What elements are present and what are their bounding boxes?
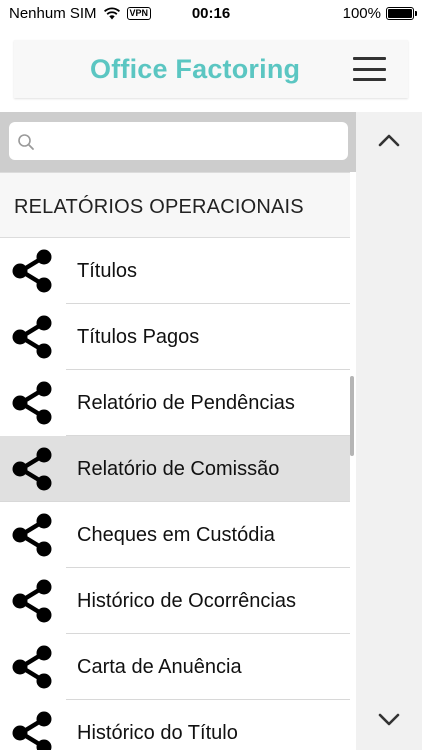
list-item[interactable]: Títulos (0, 238, 350, 304)
section-header: RELATÓRIOS OPERACIONAIS (0, 172, 350, 238)
share-icon (12, 381, 52, 425)
search-field[interactable] (9, 122, 348, 160)
chevron-up-icon[interactable] (376, 130, 402, 150)
battery-fill (388, 9, 412, 18)
share-icon (12, 579, 52, 623)
status-bar: Nenhum SIM VPN 00:16 100% (0, 0, 422, 28)
share-icon (12, 249, 52, 293)
list-item-label: Títulos Pagos (77, 326, 200, 348)
list-item-label: Histórico do Título (77, 722, 238, 744)
battery-icon (386, 7, 417, 20)
share-icon (12, 447, 52, 491)
share-icon (12, 315, 52, 359)
search-bar (0, 112, 356, 172)
menu-bar (353, 67, 386, 71)
list-item-label: Títulos (77, 260, 138, 282)
scroll-panel (356, 112, 422, 750)
menu-bar (353, 78, 386, 81)
list-item-label: Cheques em Custódia (77, 524, 275, 546)
list-item-label: Histórico de Ocorrências (77, 590, 296, 612)
hamburger-menu-icon[interactable] (353, 57, 386, 81)
list-item-label: Carta de Anuência (77, 656, 242, 678)
list-item-label: Relatório de Comissão (77, 458, 280, 480)
status-right: 100% (342, 5, 417, 22)
chevron-down-icon[interactable] (376, 710, 402, 730)
app-title: Office Factoring (90, 54, 301, 84)
app-header: Office Factoring (14, 40, 408, 98)
search-input[interactable] (41, 122, 341, 160)
list-item[interactable]: Títulos Pagos (0, 304, 350, 370)
list-item[interactable]: Relatório de Pendências (0, 370, 350, 436)
share-icon (12, 513, 52, 557)
list-item[interactable]: Carta de Anuência (0, 634, 350, 700)
list-item-label: Relatório de Pendências (77, 392, 295, 414)
report-list: Títulos Títulos Pagos Relatório de Pendê… (0, 238, 350, 750)
section-title: RELATÓRIOS OPERACIONAIS (14, 196, 304, 218)
search-icon (18, 134, 34, 150)
list-item[interactable]: Relatório de Comissão (0, 436, 350, 502)
menu-bar (353, 57, 386, 60)
share-icon (12, 645, 52, 689)
battery-percent: 100% (342, 5, 381, 22)
list-scrollbar[interactable] (350, 376, 354, 456)
list-item[interactable]: Cheques em Custódia (0, 502, 350, 568)
share-icon (12, 711, 52, 750)
list-item[interactable]: Histórico do Título (0, 700, 350, 750)
list-item[interactable]: Histórico de Ocorrências (0, 568, 350, 634)
app-screen: Nenhum SIM VPN 00:16 100% Office Factori… (0, 0, 422, 750)
